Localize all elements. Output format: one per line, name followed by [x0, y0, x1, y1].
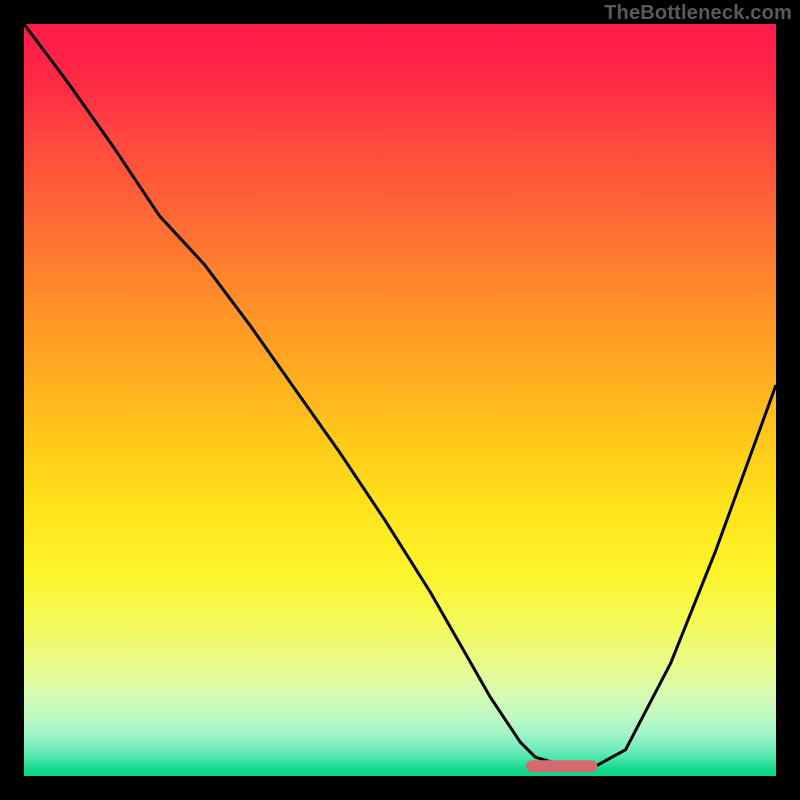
bottleneck-curve [24, 24, 776, 766]
plot-area [24, 24, 776, 776]
curve-layer [24, 24, 776, 776]
chart-canvas: TheBottleneck.com [0, 0, 800, 800]
watermark-label: TheBottleneck.com [604, 2, 792, 25]
optimal-range-marker [526, 760, 597, 772]
